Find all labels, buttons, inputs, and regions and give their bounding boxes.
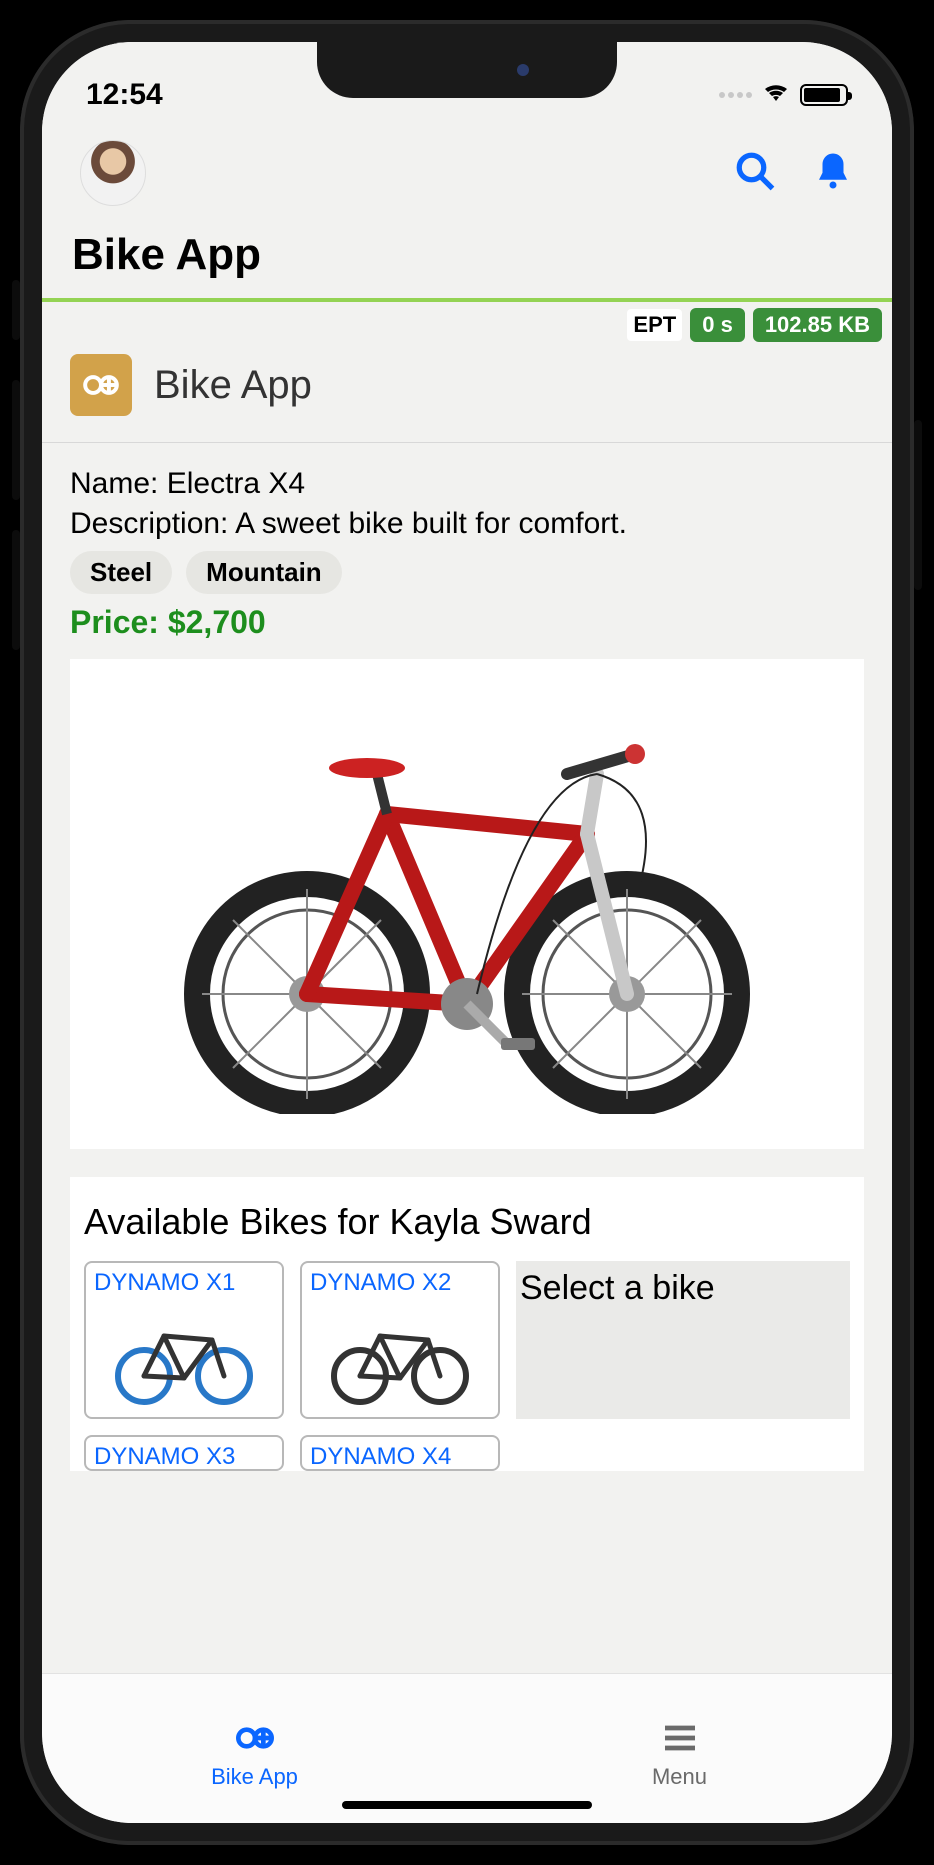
bike-card-title: DYNAMO X4	[310, 1443, 490, 1471]
select-bike-message: Select a bike	[516, 1261, 850, 1419]
bike-price: Price: $2,700	[70, 604, 864, 641]
home-indicator[interactable]	[342, 1801, 592, 1809]
avatar[interactable]	[80, 140, 146, 206]
available-title: Available Bikes for Kayla Sward	[70, 1201, 864, 1261]
perf-size-badge: 102.85 KB	[753, 308, 882, 342]
phone-notch	[317, 42, 617, 98]
bike-name: Name: Electra X4	[70, 467, 864, 501]
bike-detail: Name: Electra X4 Description: A sweet bi…	[42, 443, 892, 649]
bike-card[interactable]: DYNAMO X1	[84, 1261, 284, 1419]
perf-time-badge: 0 s	[690, 308, 745, 342]
phone-frame: 12:54	[20, 20, 914, 1845]
app-icon	[70, 354, 132, 416]
bike-card-title: DYNAMO X1	[94, 1269, 274, 1297]
wifi-icon	[762, 81, 790, 110]
bell-icon[interactable]	[812, 150, 854, 197]
phone-screen: 12:54	[42, 42, 892, 1823]
bike-image	[70, 659, 864, 1149]
tab-bar: Bike App Menu	[42, 1673, 892, 1823]
battery-icon	[800, 84, 848, 106]
bike-card-thumb	[310, 1301, 490, 1411]
bike-card-title: DYNAMO X2	[310, 1269, 490, 1297]
page-title: Bike App	[42, 216, 892, 298]
bike-card[interactable]: DYNAMO X3	[84, 1435, 284, 1471]
bike-card[interactable]: DYNAMO X2	[300, 1261, 500, 1419]
bike-description: Description: A sweet bike built for comf…	[70, 507, 864, 541]
perf-label: EPT	[627, 309, 682, 341]
tab-label: Menu	[652, 1764, 707, 1790]
chip-material[interactable]: Steel	[70, 551, 172, 594]
bike-card-title: DYNAMO X3	[94, 1443, 274, 1471]
cellular-dots-icon	[719, 92, 752, 98]
search-icon[interactable]	[734, 150, 776, 197]
bike-card[interactable]: DYNAMO X4	[300, 1435, 500, 1471]
perf-bar: EPT 0 s 102.85 KB	[42, 302, 892, 342]
tab-label: Bike App	[211, 1764, 298, 1790]
section-title: Bike App	[154, 363, 312, 408]
bike-card-thumb	[94, 1301, 274, 1411]
chip-type[interactable]: Mountain	[186, 551, 342, 594]
status-time: 12:54	[86, 78, 163, 112]
